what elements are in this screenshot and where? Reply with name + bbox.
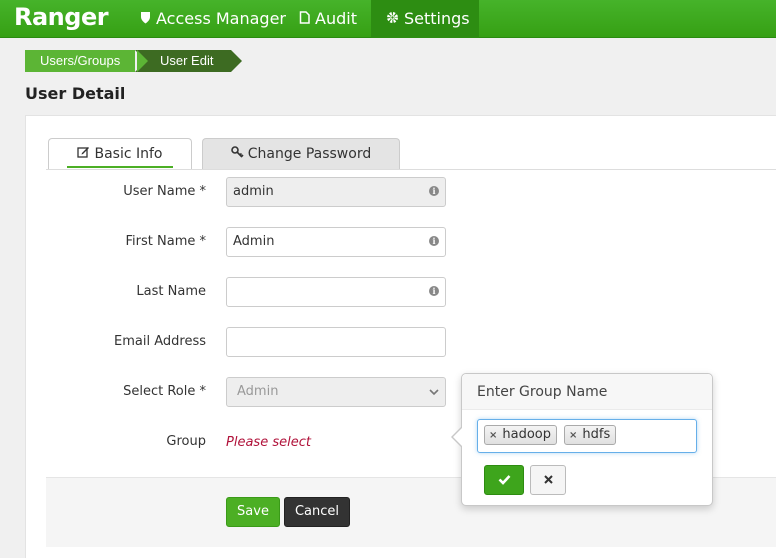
edit-icon xyxy=(77,139,90,169)
last-name-label: Last Name xyxy=(136,284,206,299)
first-name-label: First Name * xyxy=(125,234,206,249)
email-label: Email Address xyxy=(114,334,206,349)
top-navbar: Ranger Access Manager Audit Settings xyxy=(0,0,776,38)
nav-access-manager-label: Access Manager xyxy=(156,9,286,28)
info-icon[interactable]: i xyxy=(429,236,439,246)
tab-basic-info-label: Basic Info xyxy=(94,146,163,162)
file-icon xyxy=(299,1,310,39)
role-select[interactable]: Admin xyxy=(226,377,446,407)
key-icon xyxy=(230,139,244,169)
tab-basic-info[interactable]: Basic Info xyxy=(48,138,192,170)
group-tag: × hadoop xyxy=(484,425,558,445)
role-label: Select Role * xyxy=(123,384,206,399)
info-icon[interactable]: i xyxy=(429,186,439,196)
group-tag-label: hadoop xyxy=(502,427,552,442)
breadcrumb-users-groups[interactable]: Users/Groups xyxy=(25,50,148,72)
user-name-field[interactable]: admin i xyxy=(226,177,446,207)
popover-arrow-inner xyxy=(453,427,463,447)
nav-audit[interactable]: Audit xyxy=(284,0,372,38)
group-label: Group xyxy=(166,434,206,449)
info-icon[interactable]: i xyxy=(429,286,439,296)
email-field[interactable] xyxy=(226,327,446,357)
nav-audit-label: Audit xyxy=(315,9,357,28)
shield-icon xyxy=(140,1,151,39)
role-value: Admin xyxy=(237,384,279,399)
cancel-button[interactable]: Cancel xyxy=(284,497,350,527)
tab-change-password-label: Change Password xyxy=(247,146,372,162)
tab-change-password[interactable]: Change Password xyxy=(202,138,400,170)
close-icon xyxy=(543,473,553,487)
breadcrumb-user-edit: User Edit xyxy=(135,50,242,72)
nav-access-manager[interactable]: Access Manager xyxy=(125,0,301,38)
remove-tag-icon[interactable]: × xyxy=(569,430,577,441)
group-select-link[interactable]: Please select xyxy=(226,435,311,450)
check-icon xyxy=(498,472,511,488)
remove-tag-icon[interactable]: × xyxy=(489,430,497,441)
first-name-field[interactable]: Admin i xyxy=(226,227,446,257)
user-name-label: User Name * xyxy=(123,184,206,199)
gear-icon xyxy=(386,1,399,39)
user-name-value: admin xyxy=(233,184,274,199)
page-title: User Detail xyxy=(25,84,126,103)
first-name-value: Admin xyxy=(233,234,275,249)
save-button[interactable]: Save xyxy=(226,497,280,527)
confirm-group-button[interactable] xyxy=(484,465,524,495)
cancel-group-button[interactable] xyxy=(530,465,566,495)
group-tag: × hdfs xyxy=(564,425,617,445)
group-tag-label: hdfs xyxy=(582,427,611,442)
brand-logo[interactable]: Ranger xyxy=(14,3,109,31)
popover-title: Enter Group Name xyxy=(462,374,712,410)
last-name-field[interactable]: i xyxy=(226,277,446,307)
tab-divider xyxy=(46,169,776,170)
nav-settings[interactable]: Settings xyxy=(371,0,479,38)
chevron-down-icon xyxy=(429,378,439,417)
group-tag-input[interactable]: × hadoop × hdfs xyxy=(477,419,697,453)
nav-settings-label: Settings xyxy=(404,9,470,28)
tab-active-underline xyxy=(67,166,173,168)
